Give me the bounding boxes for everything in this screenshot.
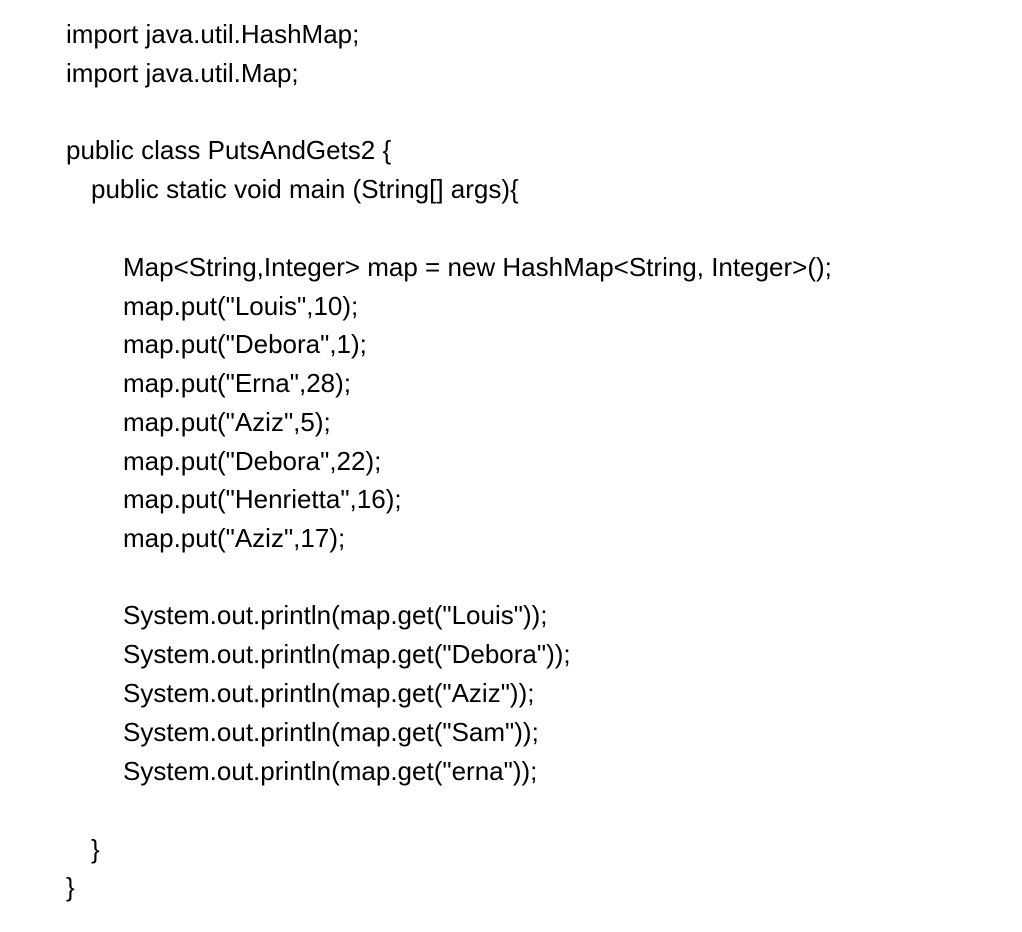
println-statement: System.out.println(map.get("Sam")); <box>123 717 539 747</box>
put-statement: map.put("Debora",1); <box>123 329 367 359</box>
put-statement: map.put("Erna",28); <box>123 368 352 398</box>
code-document: import java.util.HashMap; import java.ut… <box>0 0 1022 932</box>
class-close-brace: } <box>66 872 75 902</box>
method-close-brace: } <box>91 834 100 864</box>
put-statement: map.put("Aziz",5); <box>123 407 331 437</box>
println-statement: System.out.println(map.get("Louis")); <box>123 600 548 630</box>
import-line: import java.util.Map; <box>66 58 299 88</box>
map-declaration: Map<String,Integer> map = new HashMap<St… <box>123 252 832 282</box>
import-line: import java.util.HashMap; <box>66 19 360 49</box>
put-statement: map.put("Louis",10); <box>123 291 359 321</box>
println-statement: System.out.println(map.get("erna")); <box>123 756 538 786</box>
put-statement: map.put("Henrietta",16); <box>123 484 402 514</box>
println-statement: System.out.println(map.get("Aziz")); <box>123 678 535 708</box>
class-declaration: public class PutsAndGets2 { <box>66 135 392 165</box>
put-statement: map.put("Aziz",17); <box>123 523 346 553</box>
println-statement: System.out.println(map.get("Debora")); <box>123 639 571 669</box>
method-declaration: public static void main (String[] args){ <box>91 174 519 204</box>
put-statement: map.put("Debora",22); <box>123 446 382 476</box>
